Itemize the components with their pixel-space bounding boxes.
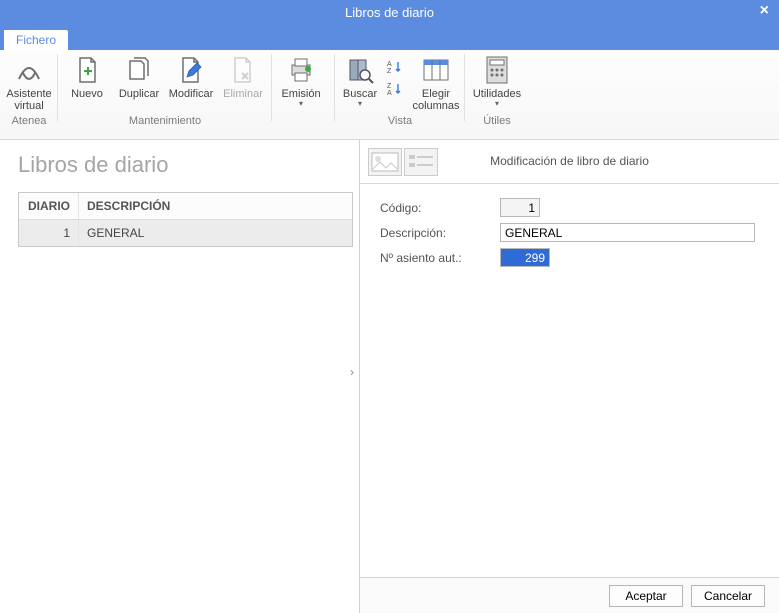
- group-label-utiles: Útiles: [468, 114, 526, 129]
- diario-table: DIARIO DESCRIPCIÓN 1 GENERAL: [18, 192, 353, 247]
- file-duplicate-icon: [123, 54, 155, 86]
- title-bar: Libros de diario ×: [0, 0, 779, 28]
- label-descripcion: Descripción:: [380, 226, 500, 240]
- search-icon: [344, 54, 376, 86]
- cancelar-button[interactable]: Cancelar: [691, 585, 765, 607]
- sort-desc-icon: ZA: [387, 82, 403, 96]
- elegir-col-label-2: columnas: [412, 100, 459, 112]
- ribbon: Asistente virtual Atenea Nuevo Duplicar: [0, 50, 779, 140]
- svg-text:Z: Z: [387, 68, 392, 74]
- group-label-vista: Vista: [338, 114, 462, 129]
- input-asiento[interactable]: [500, 248, 550, 267]
- emision-button[interactable]: Emisión ▾: [275, 52, 327, 114]
- sort-desc-button[interactable]: ZA: [384, 78, 406, 100]
- svg-text:A: A: [387, 90, 392, 96]
- group-label-atenea: Atenea: [3, 114, 55, 129]
- splitter-handle[interactable]: [353, 140, 359, 613]
- calculator-icon: [481, 54, 513, 86]
- cell-diario: 1: [19, 220, 79, 246]
- label-asiento: Nº asiento aut.:: [380, 251, 500, 265]
- eliminar-button: Eliminar: [217, 52, 269, 114]
- col-diario[interactable]: DIARIO: [19, 193, 79, 219]
- chevron-down-icon: ▾: [358, 100, 362, 108]
- col-descripcion[interactable]: DESCRIPCIÓN: [79, 193, 352, 219]
- group-label-mantenimiento: Mantenimiento: [61, 114, 269, 129]
- asistente-label-1: Asistente: [6, 88, 51, 100]
- buscar-button[interactable]: Buscar ▾: [338, 52, 382, 114]
- detail-footer: Aceptar Cancelar: [360, 577, 779, 613]
- cell-descripcion: GENERAL: [79, 220, 352, 246]
- duplicar-button[interactable]: Duplicar: [113, 52, 165, 114]
- nuevo-label: Nuevo: [71, 88, 103, 100]
- ribbon-group-atenea: Asistente virtual Atenea: [0, 50, 58, 139]
- input-descripcion[interactable]: [500, 223, 755, 242]
- ribbon-group-emision: Emisión ▾: [272, 50, 335, 139]
- content-area: Libros de diario DIARIO DESCRIPCIÓN 1 GE…: [0, 140, 779, 613]
- label-codigo: Código:: [380, 201, 500, 215]
- ribbon-group-vista: Buscar ▾ AZ ZA Elegir columnas: [335, 50, 465, 139]
- chevron-down-icon: ▾: [299, 100, 303, 108]
- modificar-button[interactable]: Modificar: [165, 52, 217, 114]
- svg-text:Z: Z: [387, 83, 392, 90]
- detail-pane: Modificación de libro de diario Código: …: [359, 140, 779, 613]
- page-title: Libros de diario: [18, 152, 353, 178]
- asistente-label-2: virtual: [14, 100, 43, 112]
- table-row[interactable]: 1 GENERAL: [19, 220, 352, 246]
- duplicar-label: Duplicar: [119, 88, 159, 100]
- elegir-col-label-1: Elegir: [422, 88, 450, 100]
- columns-icon: [420, 54, 452, 86]
- close-icon[interactable]: ×: [760, 2, 769, 20]
- modificar-label: Modificar: [169, 88, 214, 100]
- file-new-icon: [71, 54, 103, 86]
- sort-asc-button[interactable]: AZ: [384, 56, 406, 78]
- utilidades-button[interactable]: Utilidades ▾: [468, 52, 526, 114]
- chevron-down-icon: ▾: [495, 100, 499, 108]
- detail-form: Código: Descripción: Nº asiento aut.:: [360, 184, 779, 287]
- detail-header: Modificación de libro de diario: [360, 140, 779, 184]
- detail-title: Modificación de libro de diario: [360, 154, 779, 168]
- window-title: Libros de diario: [345, 5, 434, 20]
- file-delete-icon: [227, 54, 259, 86]
- asistente-icon: [13, 54, 45, 86]
- ribbon-group-utiles: Utilidades ▾ Útiles: [465, 50, 529, 139]
- sort-buttons: AZ ZA: [382, 52, 410, 114]
- tab-strip: Fichero: [0, 28, 779, 50]
- sort-asc-icon: AZ: [387, 60, 403, 74]
- input-codigo: [500, 198, 540, 217]
- svg-text:A: A: [387, 61, 392, 68]
- tab-fichero-label: Fichero: [16, 33, 56, 47]
- tab-fichero[interactable]: Fichero: [4, 30, 68, 50]
- list-pane: Libros de diario DIARIO DESCRIPCIÓN 1 GE…: [0, 140, 353, 613]
- print-icon: [285, 54, 317, 86]
- ribbon-group-mantenimiento: Nuevo Duplicar Modificar Eliminar: [58, 50, 272, 139]
- eliminar-label: Eliminar: [223, 88, 263, 100]
- nuevo-button[interactable]: Nuevo: [61, 52, 113, 114]
- table-header: DIARIO DESCRIPCIÓN: [19, 193, 352, 220]
- elegir-columnas-button[interactable]: Elegir columnas: [410, 52, 462, 114]
- file-edit-icon: [175, 54, 207, 86]
- aceptar-button[interactable]: Aceptar: [609, 585, 683, 607]
- asistente-virtual-button[interactable]: Asistente virtual: [3, 52, 55, 114]
